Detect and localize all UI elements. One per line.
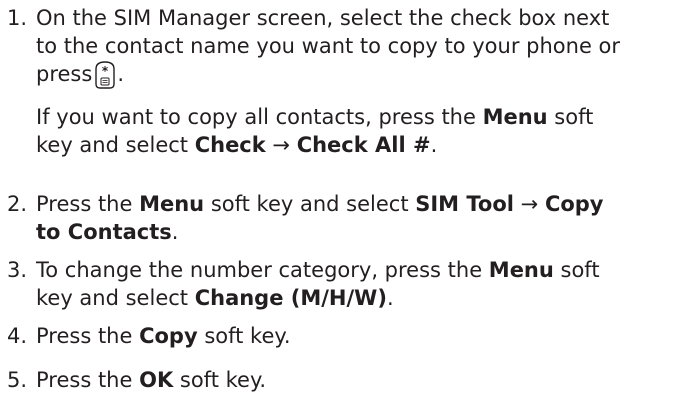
step-text-part: soft key. bbox=[173, 368, 267, 392]
arrow: → bbox=[513, 192, 545, 216]
sim-tool-option: SIM Tool bbox=[415, 192, 514, 216]
step-number: 2. bbox=[7, 192, 28, 216]
step-line: key and select Change (M/H/W). bbox=[36, 284, 684, 312]
step-text: To change the number category, press the… bbox=[36, 256, 684, 312]
step-text-part: soft bbox=[553, 258, 600, 282]
step-note: If you want to copy all contacts, press … bbox=[36, 103, 684, 159]
note-text: key and select bbox=[36, 133, 195, 157]
copy-key-label: Copy bbox=[139, 324, 198, 348]
step-text-part: Press the bbox=[36, 324, 140, 348]
period: . bbox=[171, 220, 179, 244]
step-text: Press the Copy soft key. bbox=[36, 322, 684, 350]
press-word: press bbox=[36, 62, 93, 86]
step-line: to the contact name you want to copy to … bbox=[36, 34, 621, 58]
step-text-part: soft key and select bbox=[204, 192, 416, 216]
step-line: To change the number category, press the… bbox=[36, 256, 684, 284]
step-line: Press the Menu soft key and select SIM T… bbox=[36, 190, 684, 218]
note-text: If you want to copy all contacts, press … bbox=[36, 105, 483, 129]
step-text-part: Press the bbox=[36, 368, 140, 392]
step-line: On the SIM Manager screen, select the ch… bbox=[36, 6, 610, 30]
menu-key-label: Menu bbox=[482, 105, 548, 129]
step-text-part: key and select bbox=[36, 286, 195, 310]
step-text-part: Press the bbox=[36, 192, 140, 216]
ok-key-label: OK bbox=[139, 368, 174, 392]
step-number: 4. bbox=[7, 324, 28, 348]
note-line: key and select Check → Check All #. bbox=[36, 131, 684, 159]
svg-text:*: * bbox=[102, 64, 109, 78]
step-text: Press the Menu soft key and select SIM T… bbox=[36, 190, 684, 246]
change-option: Change (M/H/W) bbox=[194, 286, 387, 310]
step-text-part: To change the number category, press the bbox=[36, 258, 489, 282]
menu-key-label: Menu bbox=[488, 258, 554, 282]
step-line: Press the Copy soft key. bbox=[36, 322, 684, 350]
step-line: Press the OK soft key. bbox=[36, 366, 684, 394]
check-all-option: Check All # bbox=[296, 133, 431, 157]
check-option: Check bbox=[194, 133, 266, 157]
copy-option: Copy bbox=[544, 192, 604, 216]
step-line: to Contacts. bbox=[36, 218, 684, 246]
step-number: 1. bbox=[7, 6, 28, 30]
step-number: 5. bbox=[7, 368, 28, 392]
menu-key-label: Menu bbox=[139, 192, 205, 216]
copy-option: to Contacts bbox=[36, 220, 172, 244]
step-number: 3. bbox=[7, 258, 28, 282]
period: . bbox=[386, 286, 394, 310]
note-line: If you want to copy all contacts, press … bbox=[36, 103, 684, 131]
period: . bbox=[430, 133, 438, 157]
step-text: Press the OK soft key. bbox=[36, 366, 684, 394]
star-key-icon: * bbox=[94, 60, 116, 90]
step-text: On the SIM Manager screen, select the ch… bbox=[36, 4, 684, 90]
note-text: soft bbox=[547, 105, 594, 129]
step-line: press * . bbox=[36, 60, 684, 90]
period: . bbox=[117, 62, 124, 86]
step-text-part: soft key. bbox=[197, 324, 291, 348]
arrow: → bbox=[265, 133, 297, 157]
